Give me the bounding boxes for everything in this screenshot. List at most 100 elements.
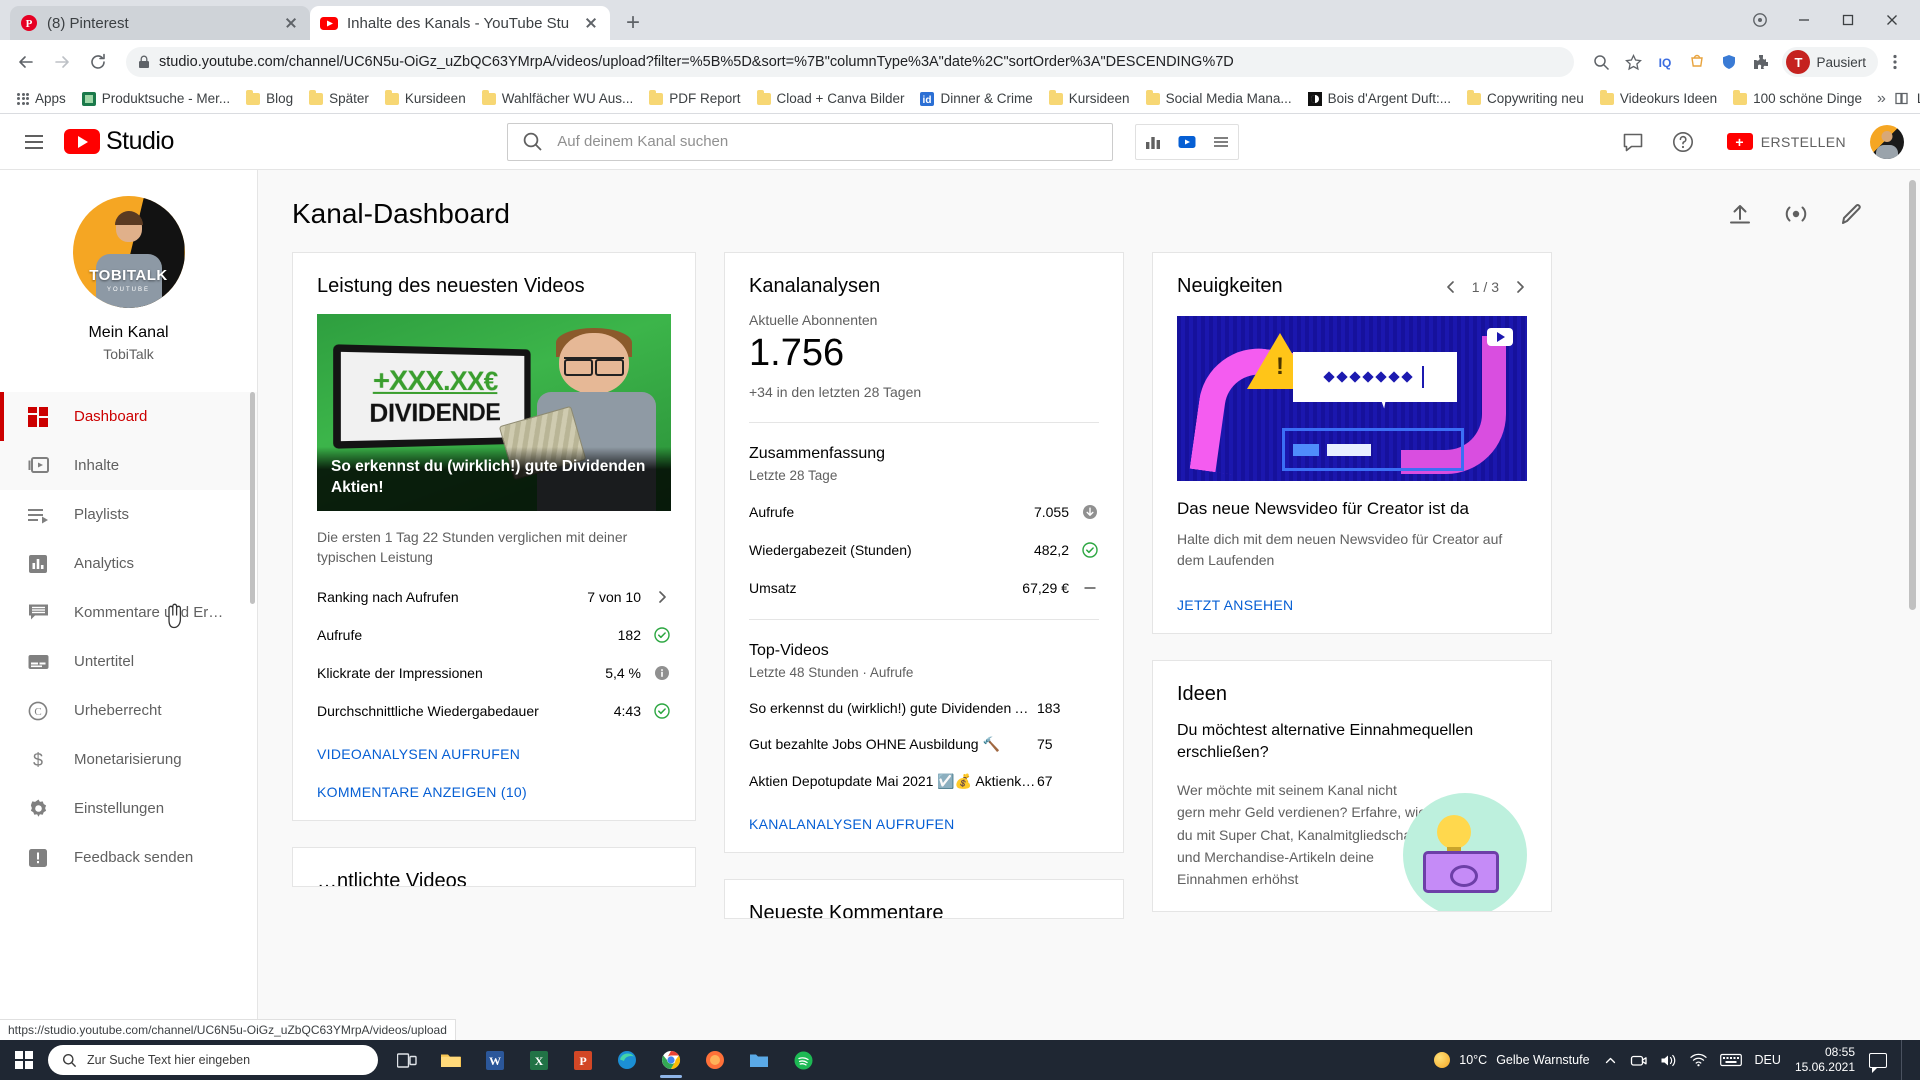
channel-analytics-link[interactable]: KANALANALYSEN AUFRUFEN: [749, 816, 1099, 832]
profile-chip[interactable]: T Pausiert: [1782, 47, 1878, 77]
news-image[interactable]: [1177, 316, 1527, 481]
show-desktop-button[interactable]: [1901, 1040, 1910, 1080]
search-input[interactable]: Auf deinem Kanal suchen: [507, 123, 1113, 161]
close-icon[interactable]: [282, 14, 300, 32]
chevron-right-icon[interactable]: [653, 588, 671, 606]
keyboard-icon[interactable]: [1720, 1053, 1742, 1067]
excel-icon[interactable]: X: [518, 1040, 560, 1080]
language-indicator[interactable]: DEU: [1755, 1053, 1781, 1067]
studio-logo[interactable]: Studio: [64, 127, 174, 156]
weather-widget[interactable]: 10°C Gelbe Warnstufe: [1434, 1052, 1589, 1068]
sidebar-item-analytics[interactable]: Analytics: [0, 539, 257, 588]
taskbar-search-input[interactable]: Zur Suche Text hier eingeben: [48, 1045, 378, 1075]
shopping-extension-icon[interactable]: [1682, 47, 1712, 77]
next-icon[interactable]: [1513, 280, 1527, 294]
list-view-icon[interactable]: [1204, 125, 1238, 159]
bookmark-item[interactable]: Copywriting neu: [1460, 88, 1591, 109]
window-maximize-button[interactable]: [1826, 3, 1870, 37]
account-avatar[interactable]: [1870, 125, 1904, 159]
upload-icon[interactable]: [1726, 200, 1754, 228]
show-comments-link[interactable]: KOMMENTARE ANZEIGEN (10): [317, 784, 671, 800]
address-bar[interactable]: studio.youtube.com/channel/UC6N5u-OiGz_u…: [126, 47, 1574, 77]
video-thumbnail[interactable]: +XXX.XX€ DIVIDENDE So erkennst du (wirkl…: [317, 314, 671, 511]
window-extension-icon[interactable]: [1738, 3, 1782, 37]
word-icon[interactable]: W: [474, 1040, 516, 1080]
bookmark-item[interactable]: Cload + Canva Bilder: [750, 88, 912, 109]
bookmark-item[interactable]: Kursideen: [1042, 88, 1137, 109]
top-video-row[interactable]: Aktien Depotupdate Mai 2021 ☑️💰 Aktienkä…: [749, 773, 1099, 790]
news-link[interactable]: JETZT ANSEHEN: [1177, 597, 1527, 613]
feedback-chat-icon[interactable]: [1613, 122, 1653, 162]
sidebar-item-untertitel[interactable]: Untertitel: [0, 637, 257, 686]
top-video-row[interactable]: Gut bezahlte Jobs OHNE Ausbildung 🔨 75: [749, 736, 1099, 753]
sidebar-item-playlists[interactable]: Playlists: [0, 490, 257, 539]
sidebar-item-kommentare[interactable]: Kommentare und Er…: [0, 588, 257, 637]
metric-row[interactable]: Ranking nach Aufrufen 7 von 10: [317, 588, 671, 606]
video-view-icon[interactable]: [1170, 125, 1204, 159]
bookmark-item[interactable]: Wahlfächer WU Aus...: [475, 88, 641, 109]
firefox-icon[interactable]: [694, 1040, 736, 1080]
chrome-icon[interactable]: [650, 1040, 692, 1080]
bookmark-item[interactable]: Produktsuche - Mer...: [75, 88, 237, 109]
metric-row[interactable]: Aufrufe 182: [317, 626, 671, 644]
sidebar-item-dashboard[interactable]: Dashboard: [0, 392, 257, 441]
bookmark-star-icon[interactable]: [1618, 47, 1648, 77]
new-tab-button[interactable]: +: [616, 6, 650, 40]
bookmark-item[interactable]: Videokurs Ideen: [1593, 88, 1724, 109]
browser-tab-youtube-studio[interactable]: Inhalte des Kanals - YouTube Stu: [310, 6, 610, 40]
create-button[interactable]: ERSTELLEN: [1713, 124, 1860, 160]
go-live-icon[interactable]: [1782, 200, 1810, 228]
task-view-icon[interactable]: [386, 1040, 428, 1080]
clock-widget[interactable]: 08:55 15.06.2021: [1795, 1045, 1855, 1075]
sidebar-item-inhalte[interactable]: Inhalte: [0, 441, 257, 490]
menu-icon[interactable]: [14, 122, 54, 162]
iq-extension-icon[interactable]: IQ: [1650, 47, 1680, 77]
puzzle-extension-icon[interactable]: [1746, 47, 1776, 77]
bookmark-item[interactable]: Kursideen: [378, 88, 473, 109]
file-explorer-icon[interactable]: [430, 1040, 472, 1080]
chrome-menu-icon[interactable]: [1880, 47, 1910, 77]
info-icon[interactable]: [653, 664, 671, 682]
bookmarks-overflow-button[interactable]: »: [1871, 90, 1892, 108]
metric-row[interactable]: Durchschnittliche Wiedergabedauer 4:43: [317, 702, 671, 720]
close-icon[interactable]: [582, 14, 600, 32]
zoom-icon[interactable]: [1586, 47, 1616, 77]
reload-icon[interactable]: [82, 46, 114, 78]
shield-extension-icon[interactable]: [1714, 47, 1744, 77]
bookmark-item[interactable]: Später: [302, 88, 376, 109]
wifi-icon[interactable]: [1690, 1053, 1707, 1067]
sidebar-item-urheberrecht[interactable]: C Urheberrecht: [0, 686, 257, 735]
start-button[interactable]: [0, 1040, 48, 1080]
bookmark-item[interactable]: id Dinner & Crime: [913, 88, 1039, 109]
sidebar-scrollbar[interactable]: [250, 392, 255, 604]
sidebar-item-feedback[interactable]: Feedback senden: [0, 833, 257, 882]
top-video-row[interactable]: So erkennst du (wirklich!) gute Dividend…: [749, 700, 1099, 716]
bookmark-apps[interactable]: Apps: [10, 88, 73, 109]
tray-expand-icon[interactable]: [1604, 1054, 1617, 1067]
video-analytics-link[interactable]: VIDEOANALYSEN AUFRUFEN: [317, 746, 671, 762]
channel-avatar[interactable]: TOBITALK YOUTUBE: [73, 196, 185, 308]
camera-tray-icon[interactable]: [1630, 1053, 1647, 1068]
edge-icon[interactable]: [606, 1040, 648, 1080]
reading-list-button[interactable]: Leseliste: [1894, 91, 1920, 106]
window-minimize-button[interactable]: [1782, 3, 1826, 37]
main-scrollbar[interactable]: [1909, 180, 1916, 610]
powerpoint-icon[interactable]: P: [562, 1040, 604, 1080]
chart-view-icon[interactable]: [1136, 125, 1170, 159]
bookmark-item[interactable]: Social Media Mana...: [1139, 88, 1299, 109]
browser-tab-pinterest[interactable]: P (8) Pinterest: [10, 6, 310, 40]
sidebar-item-monetarisierung[interactable]: $ Monetarisierung: [0, 735, 257, 784]
help-icon[interactable]: [1663, 122, 1703, 162]
edit-post-icon[interactable]: [1838, 200, 1866, 228]
bookmark-item[interactable]: PDF Report: [642, 88, 747, 109]
bookmark-item[interactable]: Blog: [239, 88, 300, 109]
back-icon[interactable]: [10, 46, 42, 78]
volume-icon[interactable]: [1660, 1053, 1677, 1068]
spotify-icon[interactable]: [782, 1040, 824, 1080]
bookmark-item[interactable]: 100 schöne Dinge: [1726, 88, 1869, 109]
folder-app-icon[interactable]: [738, 1040, 780, 1080]
window-close-button[interactable]: [1870, 3, 1914, 37]
metric-row[interactable]: Klickrate der Impressionen 5,4 %: [317, 664, 671, 682]
bookmark-item[interactable]: Bois d'Argent Duft:...: [1301, 88, 1458, 109]
prev-icon[interactable]: [1444, 280, 1458, 294]
